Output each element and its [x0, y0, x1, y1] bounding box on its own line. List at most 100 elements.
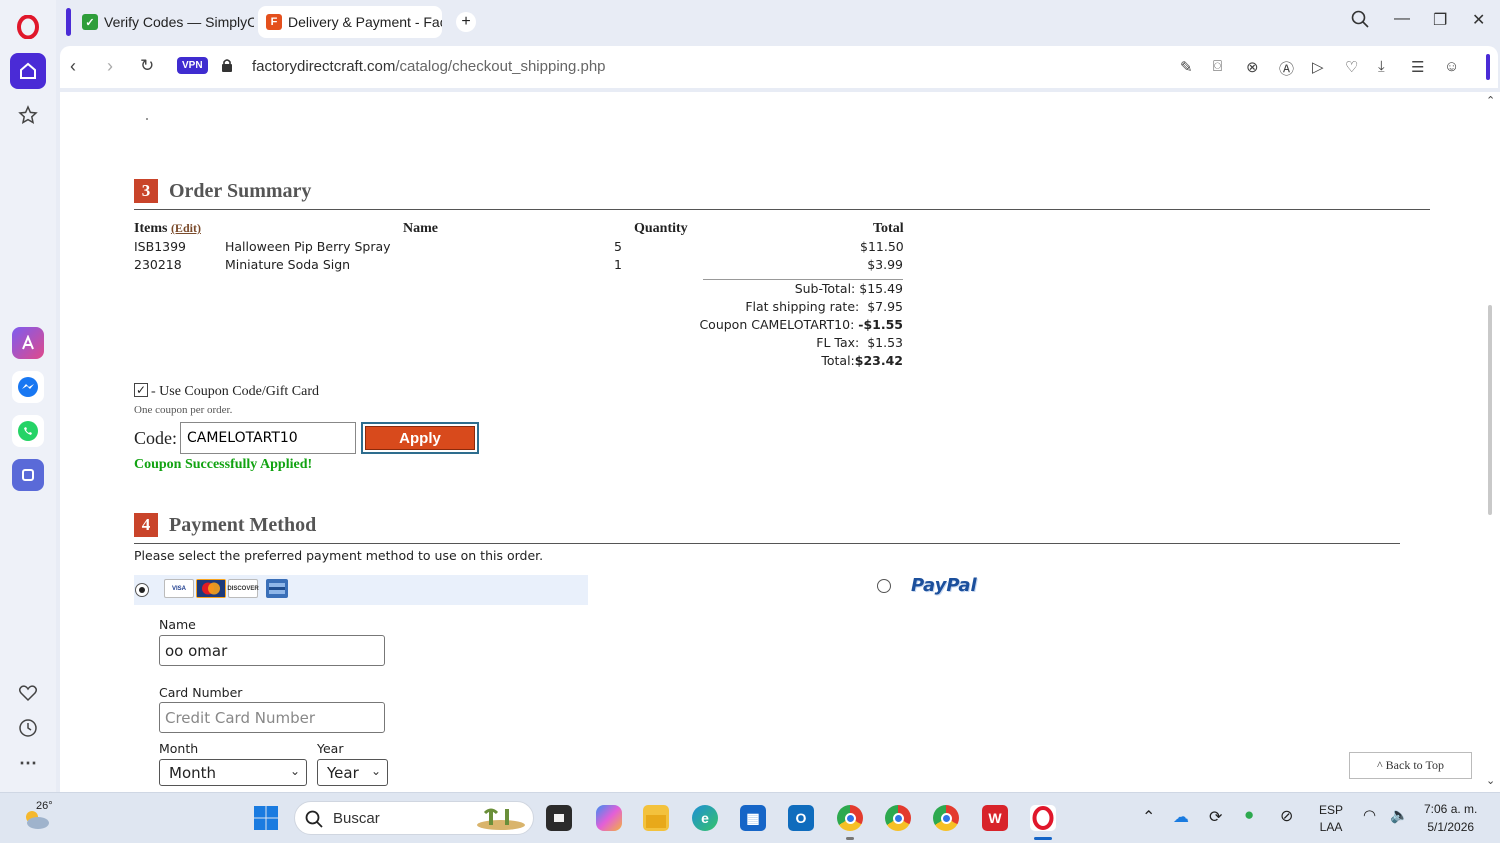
download-icon[interactable]: ⤓	[1378, 58, 1385, 75]
clock[interactable]: 7:06 a. m. 5/1/2026	[1424, 802, 1477, 834]
vpn-badge[interactable]: VPN	[177, 57, 208, 74]
total-header: Total	[873, 221, 904, 236]
url-field[interactable]: factorydirectcraft.com/catalog/checkout_…	[252, 58, 606, 75]
edit-link[interactable]: (Edit)	[171, 221, 201, 235]
card-number-input[interactable]: Credit Card Number	[159, 702, 385, 733]
reload-icon[interactable]: ↻	[140, 56, 154, 76]
history-icon[interactable]	[10, 710, 46, 746]
use-coupon-checkbox[interactable]: ✓	[134, 383, 148, 397]
restore-icon[interactable]: ❐	[1433, 10, 1447, 30]
music-player-icon[interactable]	[12, 459, 44, 491]
new-tab-icon[interactable]: +	[456, 12, 476, 32]
table-row-qty: 1	[614, 257, 622, 272]
credit-card-radio[interactable]	[135, 583, 149, 597]
windows-start-icon[interactable]	[253, 805, 279, 831]
copilot-icon[interactable]	[596, 805, 622, 831]
paypal-radio[interactable]	[877, 579, 891, 593]
forward-icon[interactable]: ›	[107, 56, 113, 77]
section-number: 3	[134, 179, 158, 203]
wps-office-icon[interactable]: W	[982, 805, 1008, 831]
coupon-discount-label: Coupon CAMELOTART10:	[699, 317, 855, 332]
card-number-label: Card Number	[159, 685, 243, 700]
favorites-heart-icon[interactable]: ♡	[1345, 58, 1358, 76]
taskbar-search[interactable]: Buscar	[294, 801, 534, 835]
home-icon[interactable]	[10, 53, 46, 89]
minimize-icon[interactable]: —	[1394, 10, 1410, 28]
task-view-icon[interactable]	[546, 805, 572, 831]
search-tabs-icon[interactable]	[1351, 10, 1369, 33]
discover-card-icon: DISCOVER	[227, 579, 259, 598]
search-highlight-icon	[477, 808, 525, 830]
year-label: Year	[317, 741, 344, 756]
lock-icon[interactable]	[221, 58, 233, 78]
year-select[interactable]: Year ⌄	[317, 759, 388, 786]
url-host: factorydirectcraft.com	[252, 58, 396, 75]
cardholder-name-input[interactable]: oo omar	[159, 635, 385, 666]
tab-verify-codes[interactable]: ✓ Verify Codes — SimplyCo	[74, 6, 254, 38]
totals-divider	[703, 279, 903, 280]
opera-taskbar-icon[interactable]	[1030, 805, 1056, 831]
send-icon[interactable]: ▷	[1312, 58, 1324, 76]
checkmark-favicon-icon: ✓	[82, 14, 98, 30]
onedrive-icon[interactable]: ☁	[1173, 807, 1189, 827]
apply-button[interactable]: Apply	[365, 426, 475, 450]
close-icon[interactable]: ✕	[1472, 10, 1485, 30]
amex-card-icon	[266, 579, 288, 598]
shipping-row: Flat shipping rate: $7.95	[745, 299, 903, 314]
coupon-note: One coupon per order.	[134, 404, 233, 416]
tray-overflow-icon[interactable]: ⌃	[1142, 807, 1155, 827]
tab-bar: ✓ Verify Codes — SimplyCo F Delivery & P…	[56, 0, 1500, 44]
sidebar-toggle[interactable]	[1486, 54, 1490, 80]
adblock-icon[interactable]: ⊗	[1246, 58, 1259, 76]
search-placeholder: Buscar	[333, 810, 380, 827]
microsoft-store-icon[interactable]: ▦	[740, 805, 766, 831]
chrome-icon[interactable]	[837, 805, 863, 831]
tab-delivery-payment[interactable]: F Delivery & Payment - Fact	[258, 6, 442, 38]
file-explorer-icon[interactable]	[643, 805, 669, 831]
camera-icon[interactable]: ⌼	[1213, 58, 1222, 75]
profile-icon[interactable]: ☺	[1444, 58, 1459, 75]
mastercard-icon	[196, 579, 226, 598]
credit-card-option[interactable]: VISA DISCOVER	[134, 575, 588, 605]
more-icon[interactable]: ⋯	[10, 745, 46, 781]
snapshot-edit-icon[interactable]: ✎	[1180, 58, 1193, 76]
wifi-icon[interactable]: ◠	[1363, 806, 1376, 824]
paypal-logo[interactable]: PayPal	[911, 575, 977, 596]
coupon-code-input[interactable]: CAMELOTART10	[180, 422, 356, 454]
outlook-icon[interactable]: O	[788, 805, 814, 831]
edge-icon[interactable]: e	[692, 805, 718, 831]
back-icon[interactable]: ‹	[70, 56, 76, 77]
payment-instruction: Please select the preferred payment meth…	[134, 548, 544, 563]
url-path: /catalog/checkout_shipping.php	[395, 58, 606, 75]
language-top: ESP	[1319, 803, 1344, 817]
security-icon[interactable]: ●	[1244, 805, 1254, 825]
sync-icon[interactable]: ⟳	[1209, 807, 1222, 827]
star-icon[interactable]	[10, 97, 46, 133]
grand-total-label: Total:	[821, 353, 855, 368]
scroll-up-icon[interactable]: ⌃	[1486, 94, 1495, 107]
items-header: Items (Edit)	[134, 221, 201, 237]
cardholder-name-value: oo omar	[165, 641, 228, 660]
aria-app-icon[interactable]	[12, 327, 44, 359]
translate-icon[interactable]: Ⓐ	[1279, 58, 1294, 79]
table-row-total: $11.50	[860, 239, 904, 254]
language-indicator[interactable]: ESP LAA	[1319, 803, 1343, 834]
back-to-top-button[interactable]: ^ Back to Top	[1349, 752, 1472, 779]
chrome-profile-icon[interactable]	[885, 805, 911, 831]
coupon-discount-value: -$1.55	[858, 317, 903, 332]
scrollbar-thumb[interactable]	[1488, 305, 1492, 515]
opera-logo-icon[interactable]	[10, 9, 46, 45]
easy-setup-icon[interactable]: ☰	[1411, 58, 1424, 76]
volume-icon[interactable]: 🔈	[1390, 806, 1409, 824]
code-label: Code:	[134, 428, 177, 448]
chrome-profile-alt-icon[interactable]	[933, 805, 959, 831]
network-off-icon[interactable]: ⊘	[1280, 806, 1293, 826]
month-select-value: Month	[169, 763, 217, 782]
whatsapp-icon[interactable]	[12, 415, 44, 447]
scroll-down-icon[interactable]: ⌄	[1486, 774, 1495, 787]
month-label: Month	[159, 741, 199, 756]
messenger-icon[interactable]	[12, 371, 44, 403]
month-select[interactable]: Month ⌄	[159, 759, 307, 786]
heart-icon[interactable]	[10, 675, 46, 711]
clock-date: 5/1/2026	[1427, 820, 1475, 834]
